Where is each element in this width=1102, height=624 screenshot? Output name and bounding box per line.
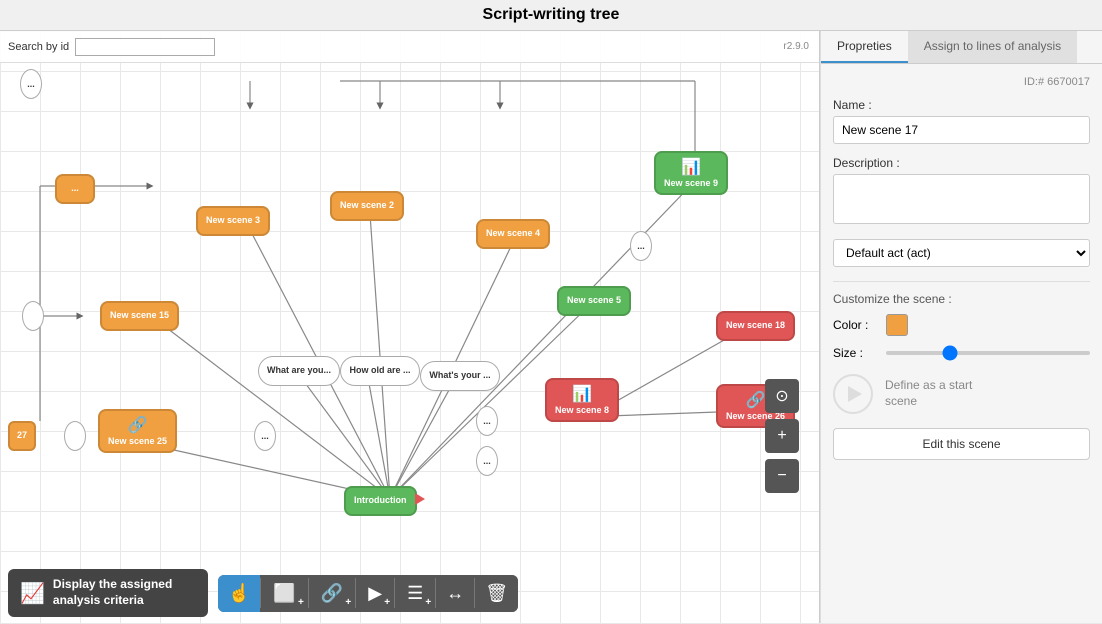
- scene-node-2[interactable]: New scene 2: [330, 191, 404, 221]
- scene-node-15[interactable]: New scene 15: [100, 301, 179, 331]
- scene-node-8[interactable]: 📊 New scene 8: [545, 378, 619, 422]
- search-label: Search by id: [8, 41, 69, 53]
- scene-node-25[interactable]: 🔗 New scene 25: [98, 409, 177, 453]
- panel-content: ID:# 6670017 Name : Description : Defaul…: [821, 64, 1102, 623]
- top-bar: Search by id r2.9.0: [0, 31, 819, 63]
- connector-small-4: ...: [476, 406, 498, 436]
- desc-label: Description :: [833, 156, 1090, 170]
- tool-list-btn[interactable]: ☰ +: [395, 575, 435, 612]
- connector-small-6: [64, 421, 86, 451]
- start-scene-row: Define as a startscene: [833, 374, 1090, 414]
- question-node-2[interactable]: How old are ...: [340, 356, 420, 386]
- analysis-criteria-btn[interactable]: 📈 Display the assignedanalysis criteria: [8, 569, 208, 616]
- right-panel: Propreties Assign to lines of analysis I…: [820, 31, 1102, 623]
- tool-pointer-btn[interactable]: ☝️: [218, 575, 260, 612]
- tool-media-btn[interactable]: ▶ +: [356, 575, 394, 612]
- question-node-1[interactable]: What are you...: [258, 356, 340, 386]
- scene-node-3[interactable]: New scene 3: [196, 206, 270, 236]
- zoom-out-btn[interactable]: −: [765, 459, 799, 493]
- start-scene-btn[interactable]: [833, 374, 873, 414]
- edit-scene-btn[interactable]: Edit this scene: [833, 428, 1090, 460]
- bottom-toolbar: 📈 Display the assignedanalysis criteria …: [0, 563, 819, 623]
- tool-delete-btn[interactable]: 🗑: [475, 575, 518, 612]
- search-input[interactable]: [75, 38, 215, 56]
- tool-scene-btn[interactable]: ⬜ +: [261, 575, 307, 612]
- version-label: r2.9.0: [783, 41, 809, 52]
- name-label: Name :: [833, 98, 1090, 112]
- color-label: Color :: [833, 318, 878, 332]
- tool-group-main: ☝️ ⬜ + 🔗 + ▶ + ☰: [218, 575, 518, 612]
- zoom-in-btn[interactable]: +: [765, 419, 799, 453]
- tool-connect-btn[interactable]: ↔: [436, 575, 474, 612]
- color-swatch[interactable]: [886, 314, 908, 336]
- name-input[interactable]: [833, 116, 1090, 144]
- size-row: Size :: [833, 346, 1090, 360]
- start-scene-label: Define as a startscene: [885, 378, 972, 409]
- target-btn[interactable]: ⊙: [765, 379, 799, 413]
- nodes-layer: ... ... New scene 3 New scene 2 New scen…: [0, 31, 819, 623]
- play-indicator: [415, 493, 425, 505]
- connector-small-3: ...: [254, 421, 276, 451]
- size-slider[interactable]: [886, 351, 1090, 355]
- question-node-3[interactable]: What's your ...: [420, 361, 500, 391]
- size-label: Size :: [833, 346, 878, 360]
- scene-node-9[interactable]: 📊 New scene 9: [654, 151, 728, 195]
- connector-node[interactable]: ...: [20, 69, 42, 99]
- connector-small-2: ...: [630, 231, 652, 261]
- color-row: Color :: [833, 314, 1090, 336]
- tab-properties[interactable]: Propreties: [821, 31, 908, 63]
- scene-node-ellipsis[interactable]: ...: [55, 174, 95, 204]
- scene-node-introduction[interactable]: Introduction: [344, 486, 417, 516]
- chart-icon: 📈: [20, 581, 45, 606]
- panel-id: ID:# 6670017: [833, 76, 1090, 88]
- connector-small-1[interactable]: [22, 301, 44, 331]
- play-icon: [848, 386, 862, 402]
- scene-node-4[interactable]: New scene 4: [476, 219, 550, 249]
- analysis-btn-label: Display the assignedanalysis criteria: [53, 577, 172, 608]
- act-row: Default act (act): [833, 239, 1090, 267]
- tool-link-btn[interactable]: 🔗 +: [309, 575, 355, 612]
- scene-node-27[interactable]: 27: [8, 421, 36, 451]
- connector-small-5: ...: [476, 446, 498, 476]
- page-title: Script-writing tree: [0, 0, 1102, 31]
- customize-label: Customize the scene :: [833, 281, 1090, 306]
- scene-node-18[interactable]: New scene 18: [716, 311, 795, 341]
- scene-node-5[interactable]: New scene 5: [557, 286, 631, 316]
- act-select[interactable]: Default act (act): [833, 239, 1090, 267]
- zoom-controls: ⊙ + −: [765, 379, 799, 493]
- tab-assign[interactable]: Assign to lines of analysis: [908, 31, 1077, 63]
- canvas-area: Search by id r2.9.0: [0, 31, 820, 623]
- panel-tabs: Propreties Assign to lines of analysis: [821, 31, 1102, 64]
- description-textarea[interactable]: [833, 174, 1090, 224]
